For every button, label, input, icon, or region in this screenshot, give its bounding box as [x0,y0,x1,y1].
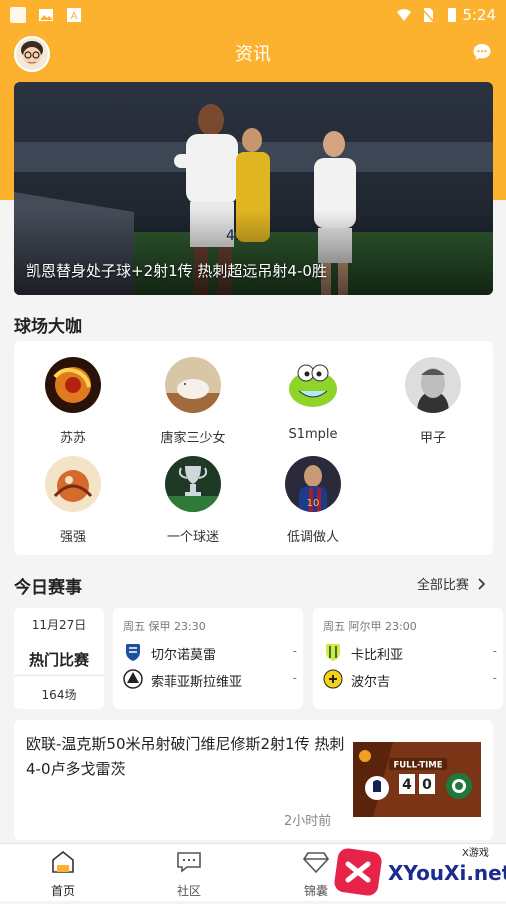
team-logo-icon [126,644,140,661]
tab-label: 社区 [176,884,201,898]
all-matches-label: 全部比赛 [416,578,469,593]
thumb-score-home: 4 [402,777,412,793]
team-name: 卡比利亚 [351,648,404,663]
celebrity-name: 甲子 [419,431,446,446]
battery-icon [448,8,456,22]
celebrities-card: 苏苏 唐家三少女 S1mple 甲子 强强 一个球迷 10 低调做人 [14,341,493,555]
match-meta: 周五 保甲 23:30 [123,620,206,633]
hot-matches-card[interactable]: 11月27日 热门比赛 164场 [14,608,104,709]
celebrities-title: 球场大咖 [14,317,82,337]
team-logo-icon [123,669,143,689]
community-chat-icon [177,852,201,873]
diamond-icon [302,852,330,874]
page-title: 资讯 [235,44,271,65]
no-sim-icon [421,8,435,23]
svg-text:A: A [71,11,78,22]
team-logo-icon [326,644,340,661]
celebrity-avatar [45,456,101,512]
celebrity-avatar [165,456,221,512]
team-name: 索菲亚斯拉维亚 [151,675,243,690]
celebrity-item-fan[interactable]: 一个球迷 [143,456,243,545]
divider [14,675,104,676]
chevron-right-icon [478,578,486,590]
team-score: - [492,671,497,685]
team-score: - [492,644,497,658]
celebrity-avatar: 10 [285,456,341,512]
banner-caption: 凯恩替身处子球+2射1传 热刺超远吊射4-0胜 [26,262,327,280]
thumb-fulltime: FULL-TIME [393,761,442,771]
celebrity-avatar [405,357,461,413]
celebrity-item-jiazi[interactable]: 甲子 [383,357,483,446]
news-thumbnail: FULL-TIME 4 0 [353,742,481,817]
team-name: 波尔吉 [351,675,391,690]
match-card-2[interactable]: 周五 阿尔甲 23:00 卡比利亚 - 波尔吉 - [313,608,503,709]
gallery-icon [39,9,53,21]
team-score: - [292,644,297,658]
europa-league-logo-icon [359,750,371,762]
team-logo-icon [323,669,343,689]
celebrity-item-tangjia[interactable]: 唐家三少女 [143,357,243,446]
away-team: 波尔吉 - [323,669,497,693]
tab-home[interactable]: 首页 [23,850,103,899]
celebrity-item-qiangqiang[interactable]: 强强 [23,456,123,545]
match-meta: 周五 阿尔甲 23:00 [323,620,417,633]
thumb-score-away: 0 [422,777,432,793]
celebrity-name: 苏苏 [59,431,86,446]
home-team: 切尔诺莫雷 - [123,642,297,666]
watermark-top: X游戏 [462,846,489,859]
match-count: 164场 [41,688,77,702]
news-time: 2小时前 [284,814,332,829]
status-bar: A 5:24 [0,0,506,30]
away-team: 索菲亚斯拉维亚 - [123,669,297,693]
wifi-icon [397,9,411,21]
notification-icon [10,7,26,23]
matches-title: 今日赛事 [14,578,82,598]
watermark: X游戏 XYouXi.net [330,844,506,900]
all-matches-link[interactable]: 全部比赛 [417,574,486,593]
team-name: 切尔诺莫雷 [151,648,217,663]
celebrity-name: S1mple [288,427,338,442]
celebrity-name: 强强 [59,530,86,545]
celebrity-avatar [285,357,341,413]
celebrity-item-lowkey[interactable]: 10 低调做人 [263,456,363,545]
home-icon [52,850,74,873]
status-time: 5:24 [462,6,496,24]
news-banner[interactable]: 45 凯恩替身处子球+2射1传 热刺超远吊射4-0胜 [14,82,493,295]
home-team: 卡比利亚 - [323,642,497,666]
celebrity-avatar [165,357,221,413]
celebrity-item-s1mple[interactable]: S1mple [263,357,363,442]
svg-text:10: 10 [307,498,320,509]
watermark-main: XYouXi.net [388,861,506,885]
tab-label: 首页 [50,884,75,898]
news-headline: 欧联-温克斯50米吊射破门维尼修斯2射1传 热刺4-0卢多戈雷茨 [26,735,345,778]
team-score: - [292,671,297,685]
news-item[interactable]: 欧联-温克斯50米吊射破门维尼修斯2射1传 热刺4-0卢多戈雷茨 2小时前 FU… [14,720,493,840]
message-icon[interactable] [472,42,492,62]
match-card-1[interactable]: 周五 保甲 23:30 切尔诺莫雷 - 索菲亚斯拉维亚 - [113,608,303,709]
tab-community[interactable]: 社区 [149,850,229,899]
text-app-icon: A [67,8,81,22]
celebrity-avatar [45,357,101,413]
celebrity-name: 一个球迷 [166,530,219,545]
hot-matches-label: 热门比赛 [28,651,89,669]
celebrity-item-susu[interactable]: 苏苏 [23,357,123,446]
match-date: 11月27日 [31,618,87,632]
celebrity-name: 唐家三少女 [160,431,226,446]
celebrity-name: 低调做人 [286,530,339,545]
